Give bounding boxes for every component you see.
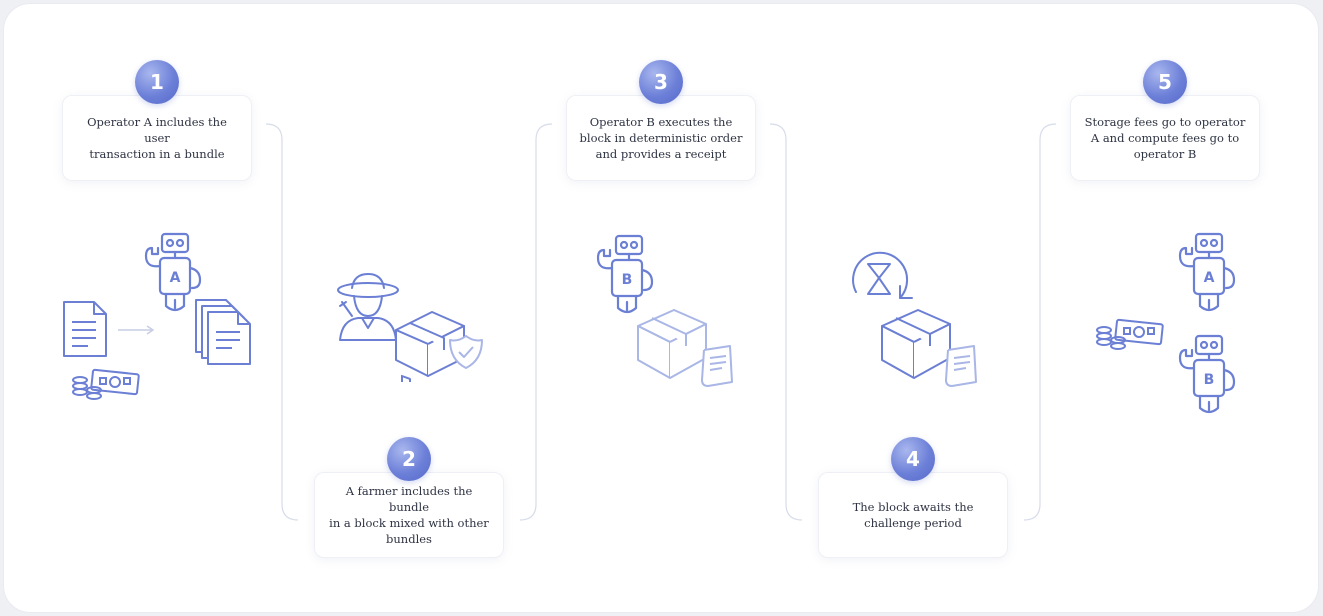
arrow-right-icon <box>118 325 155 335</box>
connector-3-4 <box>769 123 803 521</box>
step-1-text: Operator A includes the user transaction… <box>87 115 227 161</box>
robot-icon: A <box>1178 232 1236 312</box>
step-5-text: Storage fees go to operator A and comput… <box>1084 115 1246 161</box>
farmer-icon <box>337 273 483 382</box>
robot-b-label: B <box>1204 372 1215 388</box>
step-3-card: Operator B executes the block in determi… <box>566 95 756 181</box>
documents-stack-icon <box>195 299 251 365</box>
receipt-scroll-icon <box>701 345 733 387</box>
step-2-badge: 2 <box>387 437 431 481</box>
step-2-text: A farmer includes the bundle in a block … <box>329 484 489 546</box>
box-icon <box>881 309 977 387</box>
step-1-badge: 1 <box>135 60 179 104</box>
document-icon <box>63 301 107 357</box>
coins-icon <box>72 368 140 400</box>
receipt-scroll-icon <box>945 345 977 387</box>
box-icon <box>637 309 733 387</box>
hourglass-refresh-icon <box>852 251 913 299</box>
robot-b-label: B <box>622 272 633 288</box>
step-3-text: Operator B executes the block in determi… <box>579 115 743 161</box>
step-1-card: Operator A includes the user transaction… <box>62 95 252 181</box>
connector-3-2 <box>519 123 553 521</box>
banknote-icon <box>1096 318 1164 350</box>
robot-a-label: A <box>1204 270 1215 286</box>
step-5-badge: 5 <box>1143 60 1187 104</box>
robot-a-label: A <box>170 270 181 286</box>
connector-5-4 <box>1023 123 1057 521</box>
connector-1-2 <box>265 123 299 521</box>
step-4-card: The block awaits the challenge period <box>818 472 1008 558</box>
step-4-badge: 4 <box>891 437 935 481</box>
step-2-card: A farmer includes the bundle in a block … <box>314 472 504 558</box>
step-3-badge: 3 <box>639 60 683 104</box>
step-4-text: The block awaits the challenge period <box>852 500 974 530</box>
step-5-card: Storage fees go to operator A and comput… <box>1070 95 1260 181</box>
robot-icon: B <box>1178 334 1236 414</box>
diagram-frame: Operator A includes the user transaction… <box>4 4 1318 612</box>
